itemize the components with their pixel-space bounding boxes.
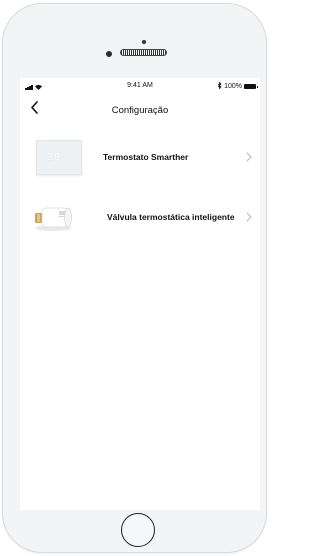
chevron-right-icon [246,212,252,222]
list-item-label: Válvula termostática inteligente [107,212,235,222]
list-item-label: Termostato Smarther [103,152,189,162]
page-title: Configuração [111,105,169,116]
radiator-valve-icon [35,207,72,231]
chevron-right-icon [246,152,252,162]
home-button[interactable] [121,513,155,547]
proximity-sensor [106,51,112,57]
list-item-thermostat[interactable]: 20. Termostato Smarther [20,138,260,178]
thermostat-icon: 20. [36,140,82,175]
bluetooth-icon [217,81,222,91]
front-camera [142,40,146,44]
earpiece-speaker [120,49,167,56]
list-item-valve[interactable]: Válvula termostática inteligente [20,198,260,238]
thermostat-display: 20. [47,152,69,163]
battery-percent: 100% [224,83,242,90]
status-bar: 9:41 AM 100% [20,78,260,96]
battery-icon [244,84,258,89]
app-screen: 9:41 AM 100% Configuração 20. Termostato… [20,78,260,510]
navigation-bar: Configuração [20,96,260,122]
battery-group: 100% [217,81,258,91]
